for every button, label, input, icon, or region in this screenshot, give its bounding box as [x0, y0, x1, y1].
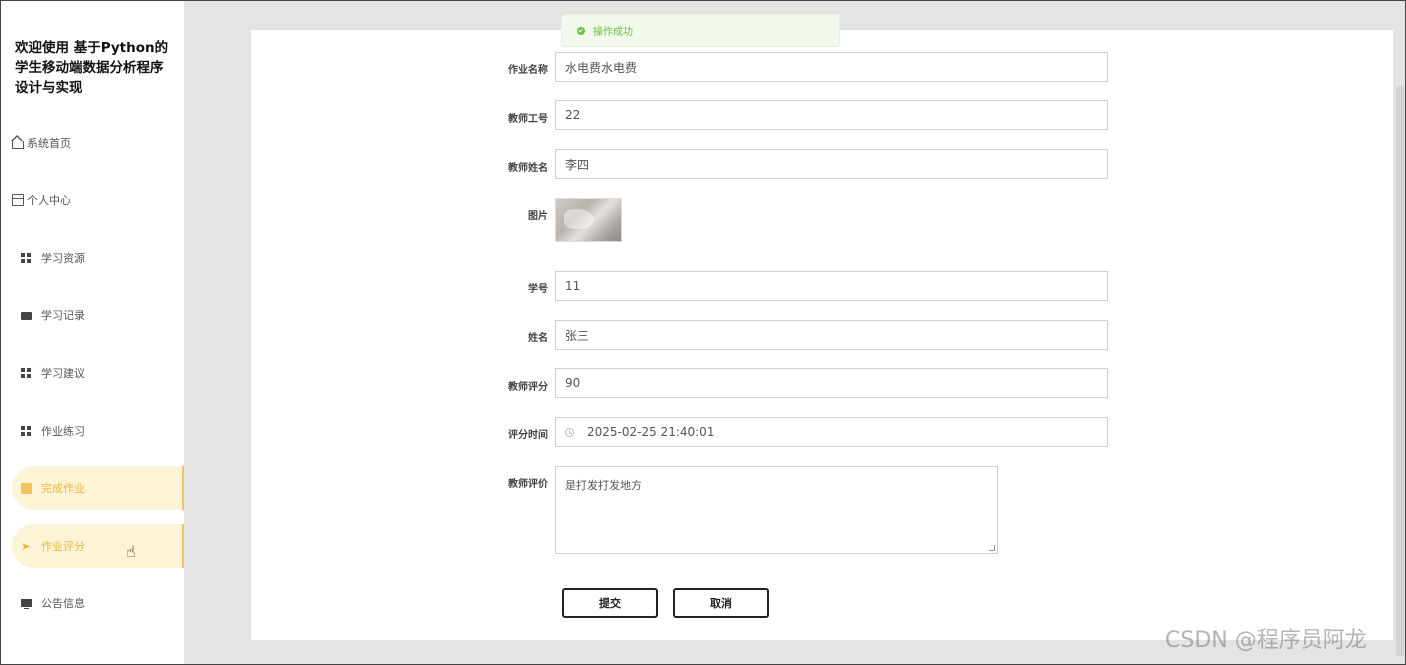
sidebar-item-label: 个人中心 [27, 194, 71, 207]
sidebar-item-label: 完成作业 [41, 482, 85, 495]
score-time-label: 评分时间 [508, 430, 548, 441]
grid-icon [21, 252, 32, 264]
teacher-id-label: 教师工号 [508, 114, 548, 125]
sidebar-item-learning-resources[interactable]: 学习资源 [12, 236, 184, 280]
sidebar-item-label: 作业评分 [41, 540, 85, 553]
student-id-label: 学号 [528, 284, 548, 295]
watermark: CSDN @程序员阿龙 [1165, 628, 1367, 653]
sidebar-item-label: 公告信息 [41, 597, 85, 610]
teacher-score-input[interactable]: 90 [555, 368, 1108, 398]
homework-name-input[interactable]: 水电费水电费 [555, 52, 1108, 82]
toast-message: 操作成功 [593, 27, 633, 38]
student-name-value: 张三 [565, 328, 590, 343]
hand-cursor-icon: ☝ [126, 542, 136, 561]
score-time-picker[interactable]: 2025-02-25 21:40:01 [555, 417, 1108, 447]
send-icon: ➤ [21, 539, 31, 553]
teacher-comment-value: 是打发打发地方 [565, 479, 642, 492]
student-id-input[interactable]: 11 [555, 271, 1108, 301]
teacher-score-label: 教师评分 [508, 382, 548, 393]
sidebar-item-announcements[interactable]: 公告信息 [12, 581, 184, 625]
teacher-score-value: 90 [565, 376, 581, 390]
sidebar-item-label: 系统首页 [27, 137, 71, 150]
grid-icon [21, 367, 32, 379]
sidebar-item-personal-center[interactable]: 个人中心 [12, 178, 184, 222]
student-name-input[interactable]: 张三 [555, 320, 1108, 350]
sidebar-item-completed-homework[interactable]: 完成作业 [12, 466, 184, 510]
teacher-name-label: 教师姓名 [508, 163, 548, 174]
user-card-icon [12, 194, 24, 206]
teacher-id-input[interactable]: 22 [555, 100, 1108, 130]
score-time-value: 2025-02-25 21:40:01 [587, 425, 715, 439]
cancel-button[interactable]: 取消 [673, 588, 769, 618]
sidebar-item-label: 学习记录 [41, 309, 85, 322]
image-label: 图片 [528, 211, 548, 222]
resize-handle-icon[interactable] [989, 545, 995, 551]
sidebar-item-label: 学习资源 [41, 252, 85, 265]
student-id-value: 11 [565, 279, 581, 293]
clipboard-icon [21, 482, 32, 494]
grid-icon [21, 425, 32, 437]
sidebar-item-label: 作业练习 [41, 425, 85, 438]
sidebar: 欢迎使用 基于Python的学生移动端数据分析程序设计与实现 系统首页 个人中心… [0, 0, 184, 665]
teacher-id-value: 22 [565, 108, 581, 122]
briefcase-icon [21, 312, 32, 320]
sidebar-item-home[interactable]: 系统首页 [11, 121, 184, 165]
teacher-comment-label: 教师评价 [508, 479, 548, 490]
success-toast: 操作成功 [561, 14, 840, 47]
sidebar-item-label: 学习建议 [41, 367, 85, 380]
sidebar-item-homework-practice[interactable]: 作业练习 [12, 409, 184, 453]
student-name-label: 姓名 [528, 333, 548, 344]
submit-button[interactable]: 提交 [562, 588, 658, 618]
page-scrollbar[interactable] [1396, 86, 1404, 656]
teacher-name-input[interactable]: 李四 [555, 149, 1108, 179]
check-circle-icon [577, 26, 585, 35]
sidebar-item-learning-records[interactable]: 学习记录 [12, 293, 184, 337]
monitor-icon [21, 599, 32, 609]
sidebar-title: 欢迎使用 基于Python的学生移动端数据分析程序设计与实现 [15, 40, 169, 96]
teacher-comment-textarea[interactable]: 是打发打发地方 [555, 466, 998, 554]
sidebar-item-homework-grading[interactable]: ➤ 作业评分 [12, 524, 184, 568]
clock-icon [565, 427, 574, 437]
sidebar-item-learning-advice[interactable]: 学习建议 [12, 351, 184, 395]
teacher-name-value: 李四 [565, 157, 590, 172]
homework-name-value: 水电费水电费 [565, 60, 638, 75]
homework-image-thumbnail[interactable] [555, 198, 622, 242]
homework-name-label: 作业名称 [508, 65, 548, 76]
home-icon [11, 135, 24, 149]
